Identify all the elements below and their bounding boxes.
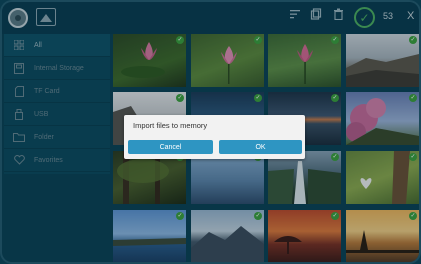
dialog-title: Import files to memory <box>133 121 208 130</box>
device-screen: ✓ 53 X All Internal Storage TF Card USB … <box>0 0 421 264</box>
cancel-button[interactable]: Cancel <box>128 140 213 154</box>
ok-button[interactable]: OK <box>219 140 302 154</box>
import-dialog: Import files to memory Cancel OK <box>124 115 305 159</box>
